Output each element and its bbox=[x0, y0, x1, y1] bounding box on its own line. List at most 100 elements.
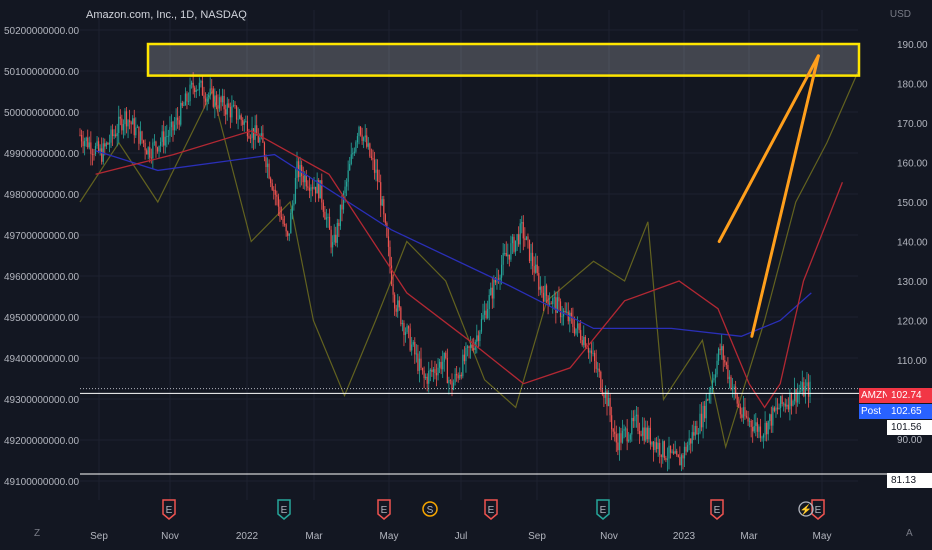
candle bbox=[338, 219, 340, 238]
candle-body bbox=[403, 322, 405, 335]
candle-body bbox=[367, 143, 369, 147]
candle-body bbox=[111, 129, 114, 137]
candle bbox=[758, 424, 760, 439]
candle-body bbox=[442, 361, 444, 370]
candle-body bbox=[668, 445, 670, 459]
candle bbox=[367, 137, 369, 150]
candle-body bbox=[514, 240, 517, 252]
right-tick-label: 90.00 bbox=[897, 435, 922, 446]
event-marker: E bbox=[710, 499, 724, 520]
candle bbox=[780, 395, 782, 418]
candle-body bbox=[772, 407, 774, 426]
candle bbox=[468, 345, 470, 359]
candle-body bbox=[138, 126, 140, 144]
chart-canvas[interactable]: 50200000000.00 50100000000.00 50000000000.… bbox=[0, 0, 932, 550]
candle bbox=[566, 302, 568, 314]
horizontal-lines[interactable] bbox=[80, 388, 887, 475]
candle bbox=[448, 376, 450, 395]
candle-body bbox=[704, 405, 706, 419]
candle bbox=[328, 208, 331, 230]
candle-body bbox=[516, 234, 518, 241]
candle-body bbox=[352, 153, 354, 155]
candle-body bbox=[274, 189, 276, 195]
candle bbox=[466, 344, 469, 357]
right-tick-label: 160.00 bbox=[897, 159, 928, 170]
candle bbox=[234, 101, 236, 109]
candle bbox=[612, 427, 614, 438]
candle-body bbox=[493, 279, 495, 299]
event-markers[interactable]: E E E S E E E E⚡ bbox=[162, 499, 825, 520]
candle-body bbox=[739, 406, 741, 415]
candle bbox=[735, 380, 737, 399]
candle bbox=[403, 320, 405, 347]
candle-body bbox=[257, 135, 259, 143]
candle bbox=[462, 349, 464, 379]
candle bbox=[383, 195, 385, 223]
candle bbox=[426, 373, 428, 392]
candle bbox=[335, 226, 337, 247]
candle bbox=[767, 420, 769, 441]
candle-body bbox=[710, 389, 712, 394]
candle bbox=[632, 410, 634, 428]
candle bbox=[525, 236, 527, 241]
zoom-icon[interactable]: Z bbox=[34, 528, 40, 539]
candle bbox=[454, 368, 456, 386]
candle-body bbox=[90, 142, 92, 154]
candle-body bbox=[731, 388, 734, 390]
candle bbox=[501, 255, 503, 285]
candle bbox=[265, 154, 267, 173]
candle bbox=[155, 140, 157, 158]
candle-body bbox=[412, 342, 414, 345]
candle bbox=[626, 419, 628, 451]
candle bbox=[271, 179, 273, 192]
right-price-axis[interactable]: 190.00 180.00 170.00 160.00 150.00 140.00 130.… bbox=[897, 40, 928, 446]
candle bbox=[620, 427, 622, 451]
candle-body bbox=[736, 394, 738, 404]
candle bbox=[659, 438, 661, 464]
event-marker: E bbox=[377, 499, 391, 520]
candle-body bbox=[198, 82, 200, 90]
candle-body bbox=[243, 121, 245, 125]
candle bbox=[245, 115, 247, 123]
candle-body bbox=[156, 147, 159, 152]
candle-body bbox=[232, 105, 235, 107]
candle bbox=[194, 85, 196, 98]
candle bbox=[589, 348, 591, 364]
auto-scale-toggle[interactable]: A bbox=[906, 528, 913, 539]
candle-body bbox=[784, 403, 786, 407]
candle-body bbox=[773, 407, 775, 411]
candle bbox=[284, 215, 286, 227]
candle-body bbox=[305, 175, 307, 187]
candle-body bbox=[428, 370, 430, 384]
candle-body bbox=[108, 142, 111, 145]
candle-body bbox=[645, 427, 647, 441]
candle bbox=[346, 178, 348, 197]
candle bbox=[146, 148, 148, 155]
candle bbox=[687, 441, 689, 453]
candle bbox=[434, 360, 436, 380]
candle-body bbox=[245, 121, 247, 123]
candle-body bbox=[483, 310, 486, 315]
candle-body bbox=[369, 143, 371, 157]
candle bbox=[201, 76, 204, 96]
candle-body bbox=[713, 378, 715, 381]
candle-body bbox=[235, 105, 238, 120]
candle-body bbox=[505, 253, 507, 257]
candle bbox=[665, 455, 667, 463]
candle-body bbox=[105, 142, 107, 147]
right-tick-label: 110.00 bbox=[897, 356, 927, 367]
candle-body bbox=[280, 216, 283, 219]
candle bbox=[634, 409, 636, 428]
candle bbox=[747, 411, 749, 426]
candle-body bbox=[434, 369, 436, 374]
candle bbox=[99, 144, 101, 156]
drawings[interactable] bbox=[146, 42, 861, 338]
candle bbox=[511, 234, 514, 254]
candle-body bbox=[177, 117, 179, 121]
candle-body bbox=[251, 128, 253, 138]
candle-body bbox=[747, 417, 749, 422]
candle bbox=[141, 130, 143, 144]
time-axis[interactable]: Sep Nov 2022 Mar May Jul Sep Nov 2023 Mar May bbox=[90, 531, 831, 542]
candle-body bbox=[742, 407, 744, 418]
candle-body bbox=[604, 391, 607, 398]
